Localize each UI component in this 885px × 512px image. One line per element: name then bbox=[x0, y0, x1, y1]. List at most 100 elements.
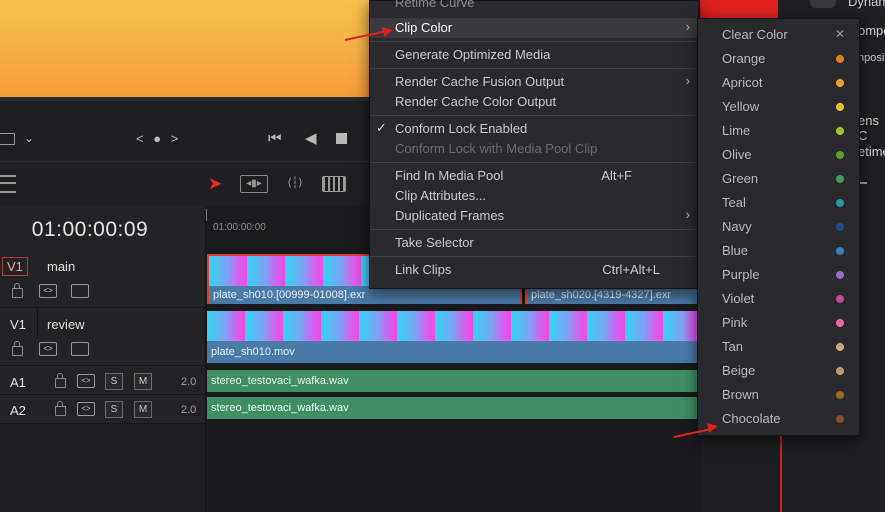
clip-color-submenu: Clear Color ✕ Orange Apricot Yellow Lime … bbox=[697, 18, 860, 436]
track-header-empty bbox=[0, 424, 206, 512]
track-id[interactable]: V1 bbox=[10, 317, 26, 332]
go-to-start-icon[interactable]: ⏮ bbox=[268, 131, 282, 146]
playhead-line bbox=[780, 430, 782, 512]
color-dot bbox=[836, 247, 844, 255]
chevron-right-icon: › bbox=[685, 73, 690, 88]
disable-track-icon[interactable] bbox=[71, 342, 89, 356]
annotation-arrowhead bbox=[382, 25, 394, 37]
color-item-violet[interactable]: Violet bbox=[698, 287, 859, 311]
menu-item-render-cache-fusion[interactable]: Render Cache Fusion Output › bbox=[370, 72, 698, 92]
chevron-right-icon: › bbox=[685, 19, 690, 34]
track-name[interactable]: review bbox=[47, 317, 85, 332]
color-dot bbox=[836, 295, 844, 303]
color-item-brown[interactable]: Brown bbox=[698, 383, 859, 407]
color-item-chocolate[interactable]: Chocolate bbox=[698, 407, 859, 431]
clip-review[interactable]: plate_sh010.mov bbox=[207, 311, 701, 363]
clip-thumbnails bbox=[207, 311, 701, 341]
color-dot bbox=[836, 199, 844, 207]
color-dot bbox=[836, 319, 844, 327]
auto-select-icon[interactable]: <> bbox=[77, 402, 95, 416]
chevron-down-icon[interactable]: ⌄ bbox=[24, 132, 34, 144]
solo-button[interactable]: S bbox=[105, 401, 123, 418]
annotation-arrowhead bbox=[707, 421, 719, 433]
disable-track-icon[interactable] bbox=[71, 284, 89, 298]
track-volume: 2.0 bbox=[181, 404, 197, 416]
lock-icon[interactable] bbox=[55, 373, 66, 388]
lock-icon[interactable] bbox=[12, 341, 23, 356]
lock-icon[interactable] bbox=[55, 401, 66, 416]
viewer-layout-icon[interactable] bbox=[0, 133, 15, 145]
blade-edit-icon[interactable] bbox=[322, 176, 346, 192]
color-dot bbox=[836, 103, 844, 111]
color-dot bbox=[836, 175, 844, 183]
track-header-v1-review: V1 review <> bbox=[0, 308, 206, 366]
track-header-a2: A2 <> S M 2.0 bbox=[0, 395, 206, 424]
timeline-view-icon[interactable] bbox=[0, 175, 16, 193]
menu-item-clip-color[interactable]: Clip Color › bbox=[370, 18, 698, 38]
color-dot bbox=[836, 415, 844, 423]
auto-select-icon[interactable]: <> bbox=[39, 284, 57, 298]
menu-item-retime-curve[interactable]: Retime Curve bbox=[370, 0, 698, 13]
menu-item-generate-optimized-media[interactable]: Generate Optimized Media bbox=[370, 45, 698, 65]
color-dot bbox=[836, 367, 844, 375]
color-item-navy[interactable]: Navy bbox=[698, 215, 859, 239]
color-item-clear[interactable]: Clear Color ✕ bbox=[698, 23, 859, 47]
track-name[interactable]: main bbox=[47, 259, 75, 274]
track-header-v1-main: V1 main <> bbox=[0, 251, 206, 308]
menu-item-duplicated-frames[interactable]: Duplicated Frames › bbox=[370, 206, 698, 226]
toggle-switch[interactable] bbox=[810, 0, 836, 8]
ruler-timecode: 01:00:00:00 bbox=[213, 222, 266, 233]
trim-edit-icon[interactable]: ◂▮▸ bbox=[240, 175, 268, 193]
audio-clip-a2[interactable]: stereo_testovaci_wafka.wav bbox=[207, 397, 701, 419]
color-item-tan[interactable]: Tan bbox=[698, 335, 859, 359]
solo-button[interactable]: S bbox=[105, 373, 123, 390]
color-dot bbox=[836, 223, 844, 231]
menu-item-take-selector[interactable]: Take Selector bbox=[370, 233, 698, 253]
color-dot bbox=[836, 151, 844, 159]
color-item-teal[interactable]: Teal bbox=[698, 191, 859, 215]
color-item-orange[interactable]: Orange bbox=[698, 47, 859, 71]
close-icon: ✕ bbox=[835, 27, 846, 41]
color-item-apricot[interactable]: Apricot bbox=[698, 71, 859, 95]
menu-item-conform-lock[interactable]: ✓ Conform Lock Enabled bbox=[370, 119, 698, 139]
stop-icon[interactable] bbox=[336, 133, 347, 144]
ruler-tick bbox=[206, 209, 207, 221]
color-item-purple[interactable]: Purple bbox=[698, 263, 859, 287]
menu-item-render-cache-color[interactable]: Render Cache Color Output bbox=[370, 92, 698, 112]
transport-bar: ⌄ < ● > ⏮ ◀ bbox=[0, 101, 370, 161]
auto-select-icon[interactable]: <> bbox=[77, 374, 95, 388]
auto-select-icon[interactable]: <> bbox=[39, 342, 57, 356]
dynamic-trim-icon[interactable]: ⟨┆⟩ bbox=[282, 175, 308, 191]
inspector-label: ompo bbox=[858, 23, 885, 38]
mute-button[interactable]: M bbox=[134, 373, 152, 390]
play-reverse-icon[interactable]: ◀ bbox=[305, 131, 317, 146]
track-id[interactable]: A1 bbox=[10, 375, 26, 390]
menu-item-find-in-media-pool[interactable]: Find In Media Pool Alt+F bbox=[370, 166, 698, 186]
timeline-timecode: 01:00:00:09 bbox=[31, 218, 149, 241]
menu-item-link-clips[interactable]: Link Clips Ctrl+Alt+L bbox=[370, 260, 698, 280]
menu-item-clip-attributes[interactable]: Clip Attributes... bbox=[370, 186, 698, 206]
color-item-green[interactable]: Green bbox=[698, 167, 859, 191]
lock-icon[interactable] bbox=[12, 283, 23, 298]
color-item-lime[interactable]: Lime bbox=[698, 119, 859, 143]
audio-clip-a1[interactable]: stereo_testovaci_wafka.wav bbox=[207, 370, 701, 392]
track-id[interactable]: A2 bbox=[10, 403, 26, 418]
clip-name: plate_sh010.mov bbox=[207, 341, 701, 363]
mute-button[interactable]: M bbox=[134, 401, 152, 418]
color-dot bbox=[836, 127, 844, 135]
color-dot bbox=[836, 271, 844, 279]
track-volume: 2.0 bbox=[181, 376, 197, 388]
color-item-pink[interactable]: Pink bbox=[698, 311, 859, 335]
track-id[interactable]: V1 bbox=[2, 257, 28, 276]
clip-navigation-dots[interactable]: < ● > bbox=[136, 132, 181, 145]
inspector-color-swatch bbox=[700, 0, 778, 18]
color-item-blue[interactable]: Blue bbox=[698, 239, 859, 263]
chevron-right-icon: › bbox=[685, 207, 690, 222]
color-item-yellow[interactable]: Yellow bbox=[698, 95, 859, 119]
inspector-label: etime bbox=[858, 144, 885, 159]
selection-tool-icon[interactable]: ➤ bbox=[208, 174, 222, 194]
color-item-beige[interactable]: Beige bbox=[698, 359, 859, 383]
inspector-label: ens C bbox=[858, 113, 879, 143]
color-item-olive[interactable]: Olive bbox=[698, 143, 859, 167]
inspector-label: Dynam bbox=[848, 0, 885, 9]
